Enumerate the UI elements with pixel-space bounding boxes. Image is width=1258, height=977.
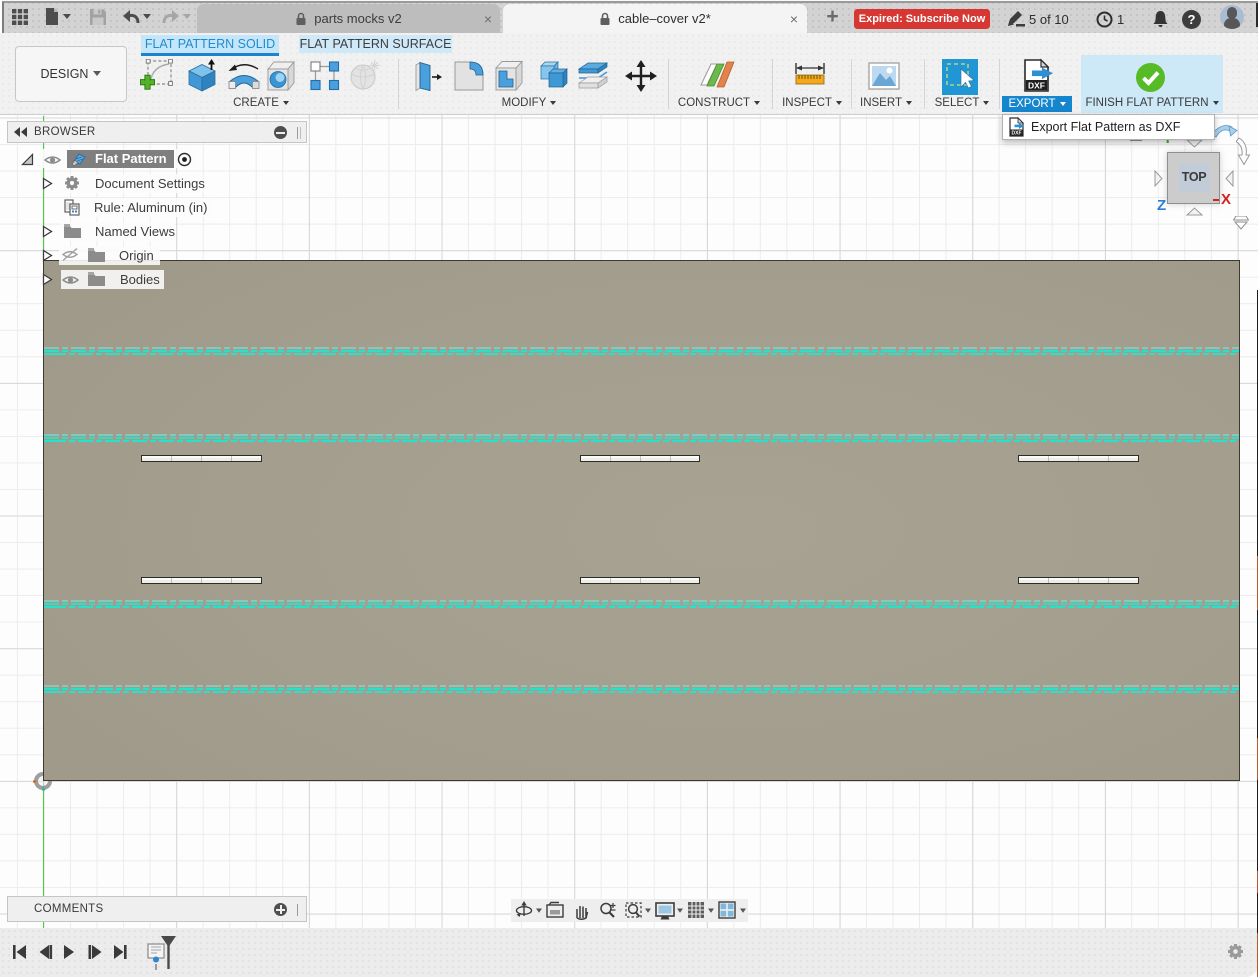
svg-text:DXF: DXF (1012, 131, 1022, 137)
svg-text:DXF: DXF (1028, 81, 1045, 91)
